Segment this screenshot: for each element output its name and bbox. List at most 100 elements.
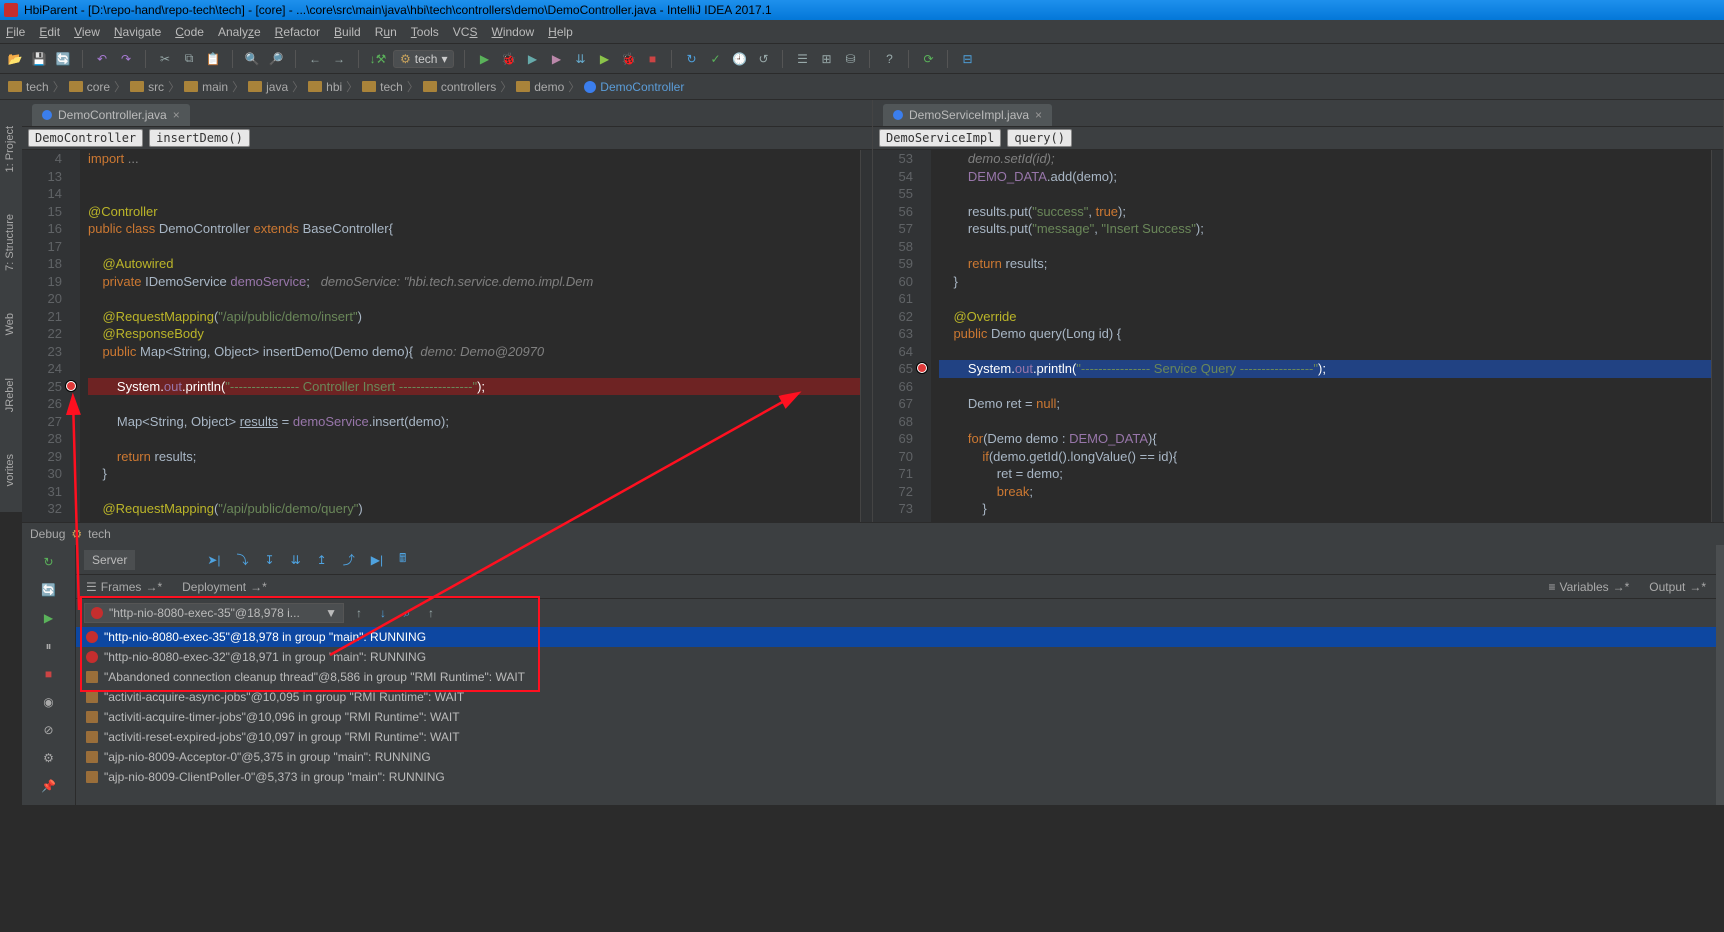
debug-icon[interactable]: 🐞 — [499, 50, 517, 68]
jrebel-run-icon[interactable]: ▶ — [595, 50, 613, 68]
bc-tech[interactable]: tech — [6, 80, 51, 94]
update-icon[interactable]: 🔄 — [40, 581, 58, 599]
run-to-cursor-icon[interactable]: ▶| — [371, 553, 383, 567]
jrebel-icon[interactable]: ⟳ — [919, 50, 937, 68]
bc-src[interactable]: src — [128, 80, 166, 94]
frames-tab[interactable]: ☰ Frames →* — [76, 577, 172, 597]
bc-hbi[interactable]: hbi — [306, 80, 344, 94]
step-out-icon[interactable]: ↥ — [317, 553, 327, 567]
sync-icon[interactable]: 🔄 — [54, 50, 72, 68]
sdk-icon[interactable]: ⛁ — [841, 50, 859, 68]
bc-controllers[interactable]: controllers — [421, 80, 498, 94]
tool-jrebel[interactable]: JRebel — [2, 372, 20, 418]
vcs-revert-icon[interactable]: ↺ — [754, 50, 772, 68]
bc-tech2[interactable]: tech — [360, 80, 405, 94]
menu-tools[interactable]: Tools — [411, 25, 439, 39]
server-tab[interactable]: Server — [84, 550, 135, 570]
step-over-icon[interactable]: ⤵ — [237, 551, 249, 568]
rerun-icon[interactable]: ↻ — [40, 553, 58, 571]
close-icon[interactable]: × — [173, 108, 180, 122]
back-icon[interactable]: ← — [306, 50, 324, 68]
tool-project[interactable]: 1: Project — [2, 120, 20, 178]
coverage-icon[interactable]: ▶ — [523, 50, 541, 68]
show-execution-point-icon[interactable]: ➤| — [207, 553, 220, 567]
step-into-icon[interactable]: ↧ — [265, 553, 275, 567]
menu-build[interactable]: Build — [334, 25, 361, 39]
bc-main[interactable]: main — [182, 80, 230, 94]
vcs-commit-icon[interactable]: ✓ — [706, 50, 724, 68]
tool-structure[interactable]: 7: Structure — [2, 208, 20, 277]
menu-file[interactable]: File — [6, 25, 25, 39]
undo-icon[interactable]: ↶ — [93, 50, 111, 68]
structure-icon[interactable]: ☰ — [793, 50, 811, 68]
help-icon[interactable]: ? — [880, 50, 898, 68]
stop-debug-icon[interactable]: ■ — [40, 665, 58, 683]
thread-row[interactable]: "ajp-nio-8009-Acceptor-0"@5,375 in group… — [76, 747, 1716, 767]
tool-web[interactable]: Web — [2, 307, 20, 341]
bc-class[interactable]: DemoController — [582, 80, 686, 94]
debug-scrollbar[interactable] — [1716, 545, 1724, 805]
menu-run[interactable]: Run — [375, 25, 397, 39]
find-icon[interactable]: 🔍 — [243, 50, 261, 68]
replace-icon[interactable]: 🔎 — [267, 50, 285, 68]
menu-help[interactable]: Help — [548, 25, 573, 39]
bc-demo[interactable]: demo — [514, 80, 566, 94]
menu-navigate[interactable]: Navigate — [114, 25, 161, 39]
variables-tab[interactable]: ≡ Variables →* — [1538, 577, 1639, 597]
stop-icon[interactable]: ■ — [643, 50, 661, 68]
error-stripe[interactable] — [860, 150, 872, 522]
threads-list[interactable]: "http-nio-8080-exec-35"@18,978 in group … — [76, 627, 1716, 805]
bc-core[interactable]: core — [67, 80, 112, 94]
tab-democontroller[interactable]: DemoController.java × — [32, 104, 190, 126]
save-all-icon[interactable]: 💾 — [30, 50, 48, 68]
menu-edit[interactable]: Edit — [39, 25, 60, 39]
layout-icon[interactable]: ⊞ — [817, 50, 835, 68]
make-icon[interactable]: ↓⚒ — [369, 50, 387, 68]
filter-icon[interactable]: ⌕ — [398, 604, 416, 622]
jrebel-panel-icon[interactable]: ⊟ — [958, 50, 976, 68]
settings-icon[interactable]: ⚙ — [40, 749, 58, 767]
crumb-class[interactable]: DemoServiceImpl — [879, 129, 1001, 147]
copy-icon[interactable]: ⧉ — [180, 50, 198, 68]
editor-left-code[interactable]: 4131415161718192021222324252627282930313… — [22, 150, 872, 522]
thread-row[interactable]: "activiti-reset-expired-jobs"@10,097 in … — [76, 727, 1716, 747]
pause-icon[interactable]: ⏸ — [40, 637, 58, 655]
run-icon[interactable]: ▶ — [475, 50, 493, 68]
thread-row[interactable]: "activiti-acquire-async-jobs"@10,095 in … — [76, 687, 1716, 707]
drop-frame-icon[interactable]: ⤴ — [343, 551, 355, 568]
crumb-method[interactable]: query() — [1007, 129, 1072, 147]
thread-row[interactable]: "activiti-acquire-timer-jobs"@10,096 in … — [76, 707, 1716, 727]
deployment-tab[interactable]: Deployment →* — [172, 577, 277, 597]
thread-row[interactable]: "http-nio-8080-exec-32"@18,971 in group … — [76, 647, 1716, 667]
thread-row[interactable]: "Abandoned connection cleanup thread"@8,… — [76, 667, 1716, 687]
error-stripe[interactable] — [1711, 150, 1723, 522]
output-tab[interactable]: Output →* — [1639, 577, 1716, 597]
thread-dropdown[interactable]: "http-nio-8080-exec-35"@18,978 i... ▼ — [84, 603, 344, 623]
more-icon[interactable]: ↑ — [422, 604, 440, 622]
crumb-method[interactable]: insertDemo() — [149, 129, 250, 147]
resume-icon[interactable]: ▶ — [40, 609, 58, 627]
paste-icon[interactable]: 📋 — [204, 50, 222, 68]
mute-breakpoints-icon[interactable]: ⊘ — [40, 721, 58, 739]
redo-icon[interactable]: ↷ — [117, 50, 135, 68]
cut-icon[interactable]: ✂ — [156, 50, 174, 68]
thread-row[interactable]: "http-nio-8080-exec-35"@18,978 in group … — [76, 627, 1716, 647]
tool-favorites[interactable]: vorites — [2, 448, 20, 492]
run-config-selector[interactable]: ⚙ tech ▾ — [393, 50, 454, 68]
bc-java[interactable]: java — [246, 80, 290, 94]
menu-analyze[interactable]: Analyze — [218, 25, 261, 39]
view-breakpoints-icon[interactable]: ◉ — [40, 693, 58, 711]
jrebel-debug-icon[interactable]: 🐞 — [619, 50, 637, 68]
debug-tab-header[interactable]: Debug ⚙ tech — [22, 523, 1724, 545]
vcs-history-icon[interactable]: 🕘 — [730, 50, 748, 68]
profile-icon[interactable]: ▶ — [547, 50, 565, 68]
menu-refactor[interactable]: Refactor — [275, 25, 320, 39]
forward-icon[interactable]: → — [330, 50, 348, 68]
menu-window[interactable]: Window — [491, 25, 534, 39]
crumb-class[interactable]: DemoController — [28, 129, 143, 147]
up-icon[interactable]: ↑ — [350, 604, 368, 622]
tab-demoserviceimpl[interactable]: DemoServiceImpl.java × — [883, 104, 1052, 126]
force-step-into-icon[interactable]: ⇊ — [291, 553, 301, 567]
menu-vcs[interactable]: VCS — [453, 25, 478, 39]
editor-right-code[interactable]: 5354555657585960616263646566676869707172… — [873, 150, 1723, 522]
